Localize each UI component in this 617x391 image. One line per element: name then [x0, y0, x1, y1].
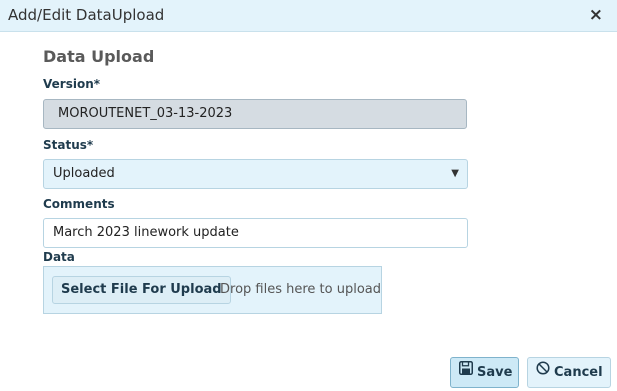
cancel-label: Cancel	[554, 365, 603, 380]
section-title: Data Upload	[43, 47, 155, 66]
floppy-disk-icon	[459, 357, 473, 386]
file-drop-zone[interactable]: Select File For Upload Drop files here t…	[43, 266, 382, 314]
dialog-titlebar: Add/Edit DataUpload ×	[0, 0, 617, 32]
status-label: Status*	[43, 138, 94, 152]
save-button[interactable]: Save	[450, 357, 519, 388]
comments-field[interactable]: March 2023 linework update	[43, 218, 468, 248]
data-label: Data	[43, 250, 75, 264]
add-edit-dialog: Add/Edit DataUpload × Data Upload Versio…	[0, 0, 617, 391]
chevron-down-icon: ▼	[451, 168, 459, 179]
dialog-title: Add/Edit DataUpload	[8, 6, 165, 24]
close-icon[interactable]: ×	[589, 5, 603, 25]
version-field: MOROUTENET_03-13-2023	[43, 99, 467, 129]
cancel-button[interactable]: Cancel	[527, 357, 611, 388]
version-label: Version*	[43, 77, 101, 91]
status-select-value: Uploaded	[53, 166, 115, 181]
select-file-button[interactable]: Select File For Upload	[52, 276, 231, 304]
drop-hint: Drop files here to upload	[220, 282, 381, 297]
save-label: Save	[477, 365, 513, 380]
comments-label: Comments	[43, 197, 115, 211]
status-select[interactable]: Uploaded ▼	[43, 159, 468, 189]
ban-icon	[536, 357, 550, 386]
